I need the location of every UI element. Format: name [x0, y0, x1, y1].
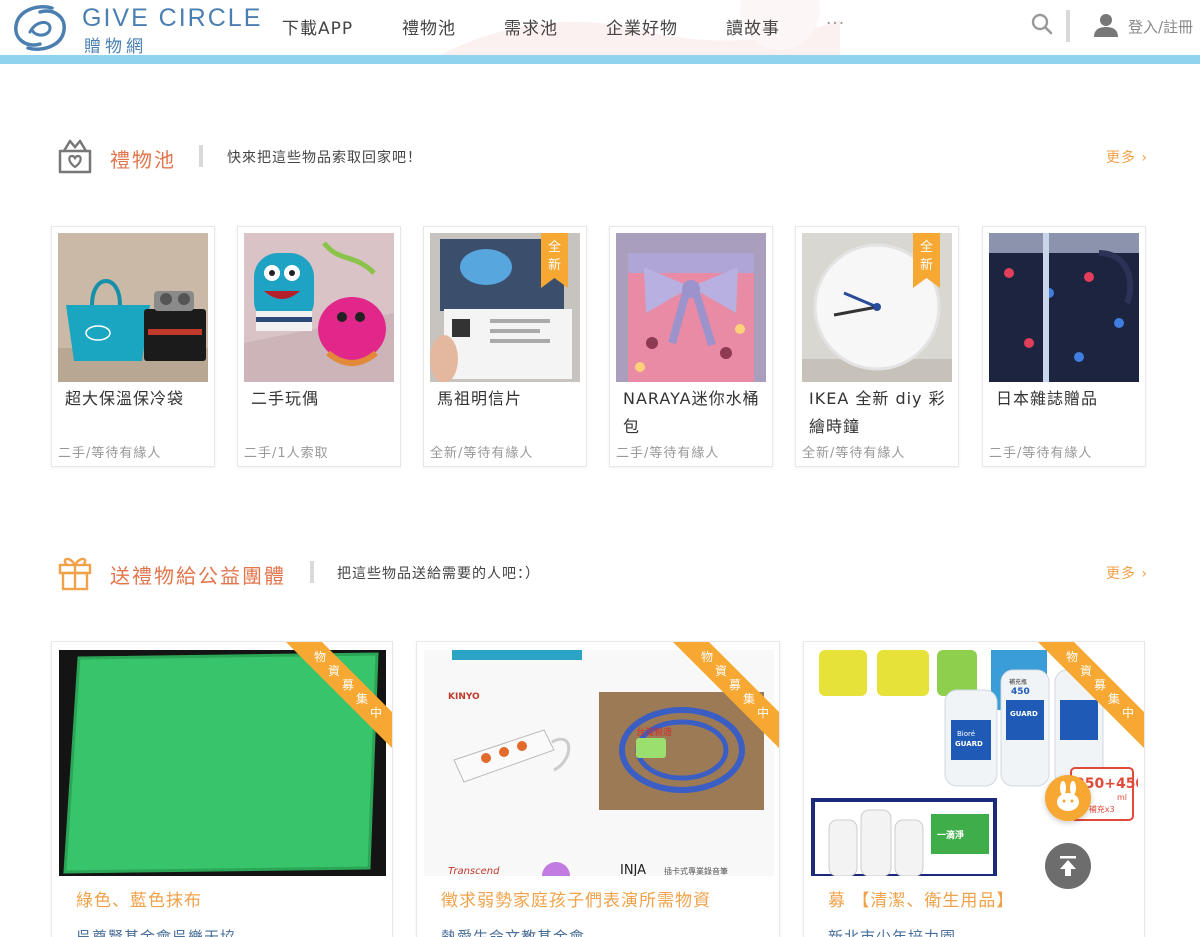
gift-image-magazine-gift	[989, 233, 1139, 382]
fundraising-ribbon	[673, 642, 779, 748]
gift-status: 二手/等待有緣人	[616, 446, 720, 461]
gift-name: NARAYA迷你水桶包	[623, 389, 760, 436]
fundraising-ribbon	[1038, 642, 1144, 748]
charity-organization: 熱愛生命文教基金會	[441, 928, 586, 937]
gift-pool-title: 禮物池	[110, 148, 176, 172]
logo-text-zh: 贈物網	[84, 37, 147, 57]
gift-image-plush-toys	[244, 233, 394, 382]
ribbon-char: 募	[341, 678, 354, 692]
ribbon-char: 資	[714, 664, 727, 678]
nav-download-app[interactable]: 下載APP	[282, 14, 353, 39]
new-tag-text-1: 全	[920, 239, 933, 255]
bunny-icon	[1057, 781, 1079, 811]
fundraising-ribbon	[286, 642, 392, 748]
chat-bunny-button[interactable]	[1045, 775, 1091, 821]
ribbon-char: 資	[1079, 664, 1092, 678]
gift-pool-subtitle: 快來把這些物品索取回家吧！	[227, 150, 422, 166]
nav-gift-pool[interactable]: 禮物池	[402, 14, 456, 39]
charity-card-performance-supplies[interactable]: KINYO 台灣製造 Transcend INJA 插卡式專業錄音筆 物 資 募…	[416, 641, 780, 937]
site-logo[interactable]: GIVE CIRCLE 贈物網	[8, 2, 268, 57]
ribbon-char: 物	[1065, 650, 1078, 664]
charity-card-hygiene-supplies[interactable]: Bioré GUARD 補充瓶 450 GUARD 250+450 ml 1+補…	[803, 641, 1145, 937]
inja-brand-text: INJA	[620, 863, 646, 876]
ribbon-char: 募	[1093, 678, 1106, 692]
gift-card-plush-toys[interactable]: 二手玩偶 二手/1人索取	[237, 226, 401, 467]
new-item-tag: 全 新	[913, 233, 940, 288]
charity-section-title: 送禮物給公益團體	[110, 564, 286, 588]
gift-card-bucket-bag[interactable]: NARAYA迷你水桶包 二手/等待有緣人	[609, 226, 773, 467]
new-tag-text-2: 新	[920, 257, 933, 273]
nav-more-menu[interactable]: ···	[826, 14, 845, 34]
back-to-top-button[interactable]	[1045, 843, 1091, 889]
recorder-caption: 插卡式專業錄音筆	[664, 866, 728, 876]
login-register-link[interactable]: 登入/註冊	[1128, 16, 1193, 37]
logo-text-en: GIVE CIRCLE	[82, 4, 263, 32]
charity-card-cleaning-cloths[interactable]: 物 資 募 集 中 綠色、藍色抹布 吳尊賢基金會吳樂天協	[51, 641, 393, 937]
new-item-tag: 全 新	[541, 233, 568, 288]
gift-name: 超大保溫保冷袋	[65, 389, 185, 408]
logo-mark-icon	[14, 5, 66, 51]
charity-more-link[interactable]: 更多 ›	[1106, 563, 1148, 583]
charity-organization: 新北市少年培力園	[828, 928, 957, 937]
gift-card-wall-clock[interactable]: 全 新 IKEA 全新 diy 彩繪時鐘 全新/等待有緣人	[795, 226, 959, 467]
gift-pool-more-link[interactable]: 更多 ›	[1106, 147, 1148, 167]
guard-brand-text: GUARD	[955, 740, 983, 748]
user-icon[interactable]	[1093, 12, 1119, 38]
gift-card-magazine-gift[interactable]: 日本雜誌贈品 二手/等待有緣人	[982, 226, 1146, 467]
new-tag-text-2: 新	[548, 257, 561, 273]
gift-card-cooler-bag[interactable]: 超大保溫保冷袋 二手/等待有緣人	[51, 226, 215, 467]
ribbon-char: 物	[700, 650, 713, 664]
ribbon-char: 集	[355, 692, 368, 706]
section-divider	[310, 561, 314, 583]
ribbon-char: 集	[1107, 692, 1120, 706]
gift-status: 二手/等待有緣人	[989, 446, 1093, 461]
header-color-band	[0, 55, 1200, 64]
charity-section-subtitle: 把這些物品送給需要的人吧：）	[337, 566, 540, 582]
ribbon-char: 中	[756, 706, 769, 720]
top-header: GIVE CIRCLE 贈物網 下載APP 禮物池 需求池 企業好物 讀故事 ·…	[0, 0, 1200, 64]
detergent-brand-text: 一滴淨	[937, 829, 964, 841]
gift-image-cooler-bag	[58, 233, 208, 382]
charity-title: 募 【清潔、衛生用品】	[828, 891, 1015, 911]
gift-box-icon	[58, 557, 92, 591]
ribbon-char: 中	[1121, 706, 1134, 720]
gift-name: 二手玩偶	[251, 389, 320, 408]
ribbon-char: 募	[728, 678, 741, 692]
ribbon-char: 中	[369, 706, 382, 720]
nav-enterprise-goods[interactable]: 企業好物	[606, 14, 678, 39]
search-icon[interactable]	[1030, 12, 1054, 36]
gift-name: 馬祖明信片	[437, 389, 523, 408]
gift-status: 二手/等待有緣人	[58, 446, 162, 461]
ribbon-char: 集	[742, 692, 755, 706]
refill-label: 補充瓶	[1009, 678, 1027, 686]
charity-title: 綠色、藍色抹布	[76, 891, 202, 911]
arrow-up-icon	[1060, 856, 1076, 876]
new-tag-text-1: 全	[548, 239, 561, 255]
header-divider	[1066, 10, 1070, 42]
ribbon-char: 資	[327, 664, 340, 678]
volume-label: 450	[1011, 687, 1030, 697]
nav-demand-pool[interactable]: 需求池	[504, 14, 558, 39]
gift-box-heart-icon	[58, 139, 92, 174]
taiwan-made-text: 台灣製造	[636, 726, 672, 738]
kinyo-brand-text: KINYO	[448, 692, 480, 702]
section-divider	[199, 145, 203, 167]
gift-card-postcards[interactable]: 全 新 馬祖明信片 全新/等待有緣人	[423, 226, 587, 467]
gift-image-bucket-bag	[616, 233, 766, 382]
ribbon-char: 物	[313, 650, 326, 664]
gift-name: 日本雜誌贈品	[996, 389, 1099, 408]
gift-status: 全新/等待有緣人	[430, 446, 534, 461]
promo-unit: ml	[1117, 793, 1127, 802]
charity-title: 徵求弱勢家庭孩子們表演所需物資	[441, 891, 711, 911]
gift-status: 二手/1人索取	[244, 446, 329, 461]
gift-status: 全新/等待有緣人	[802, 446, 906, 461]
transcend-brand-text: Transcend	[448, 866, 500, 876]
charity-organization: 吳尊賢基金會吳樂天協	[76, 928, 237, 937]
gift-name: IKEA 全新 diy 彩繪時鐘	[809, 389, 946, 436]
nav-read-stories[interactable]: 讀故事	[726, 14, 780, 39]
biore-brand-text: Bioré	[957, 730, 975, 738]
